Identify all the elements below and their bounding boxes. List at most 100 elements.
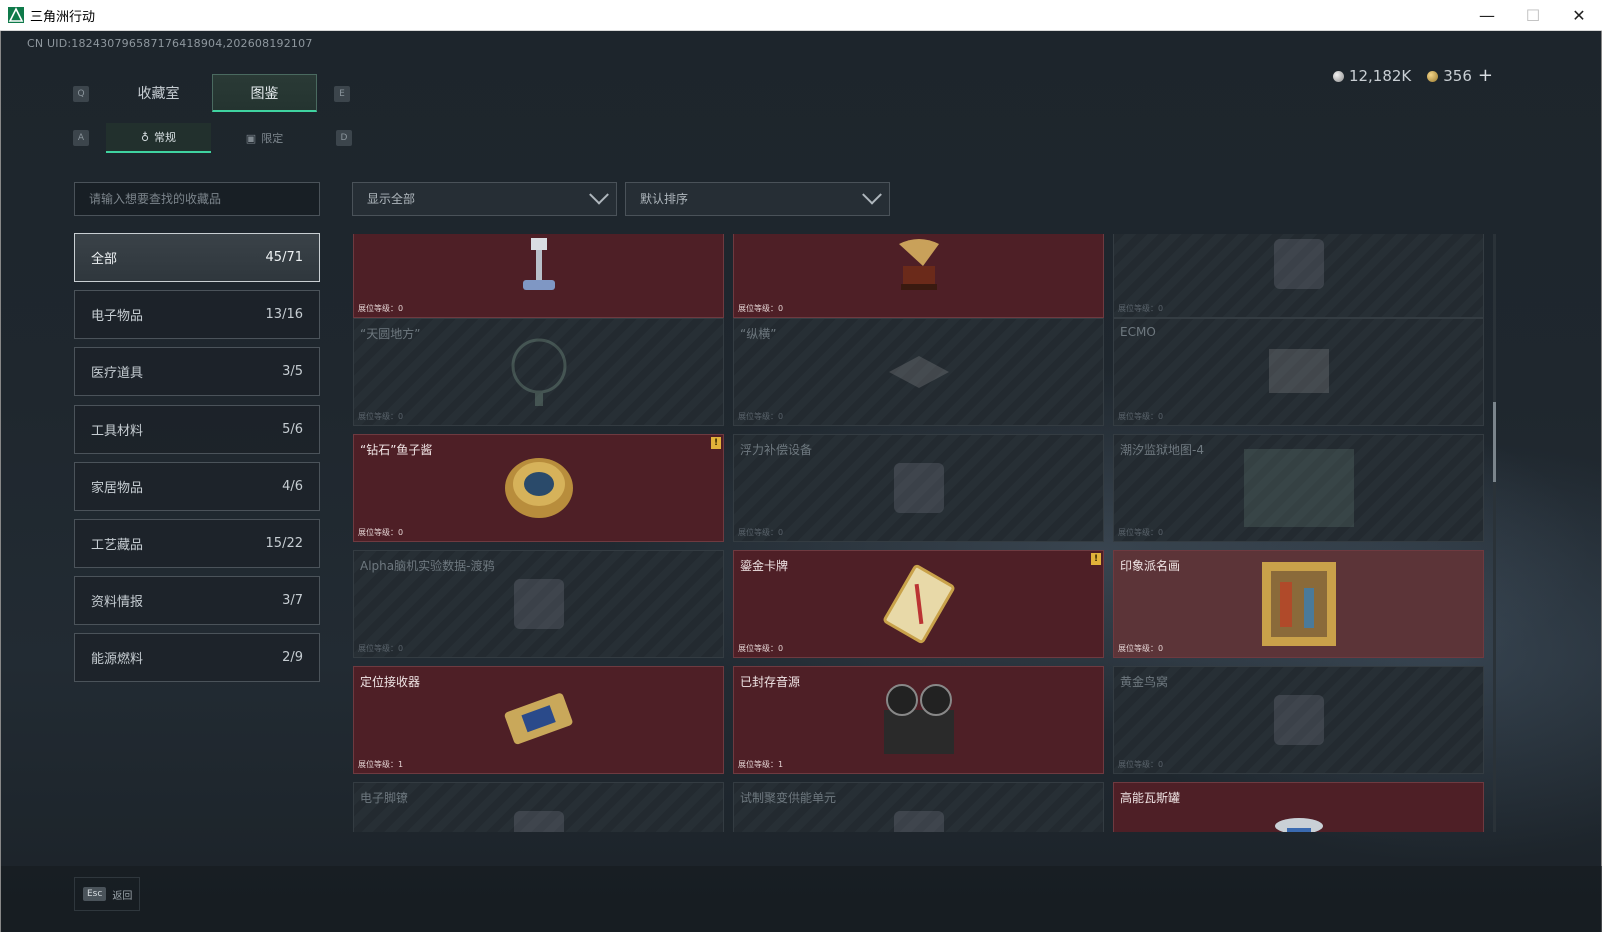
uid-label: CN UID:182430796587176418904,20260819210… (27, 37, 313, 50)
new-badge: ! (1091, 553, 1101, 565)
collection-card[interactable]: 电子脚镣 (353, 782, 724, 832)
collection-card[interactable]: Alpha脑机实验数据-渡鸦 展位等级：0 (353, 550, 724, 658)
collection-card[interactable]: 已封存音源展位等级：1 (733, 666, 1104, 774)
delta-logo-icon (8, 7, 24, 23)
gold-amount: 356 (1443, 67, 1472, 85)
display-level: 展位等级：0 (358, 528, 404, 537)
category-item[interactable]: 电子物品 13/16 (74, 290, 320, 340)
grid-scrollbar[interactable] (1493, 234, 1496, 832)
window-titlebar: 三角洲行动 — ☐ ✕ (0, 0, 1602, 31)
item-name: 已封存音源 (740, 675, 801, 689)
key-d-hint: D (336, 130, 352, 146)
currency-bar: 12,182K 356 + (1332, 65, 1493, 86)
category-item[interactable]: 家居物品 4/6 (74, 461, 320, 511)
display-level: 展位等级：0 (738, 644, 784, 653)
subtab-regular[interactable]: ♁ 常规 (106, 123, 211, 153)
collection-card[interactable]: 高能瓦斯罐 (1113, 782, 1484, 832)
category-item[interactable]: 能源燃料 2/9 (74, 633, 320, 683)
close-button[interactable]: ✕ (1556, 0, 1602, 30)
collection-card[interactable]: “天圆地方” 展位等级：0 (353, 318, 724, 426)
search-input[interactable]: 请输入想要查找的收藏品 (74, 182, 320, 216)
category-count: 45/71 (265, 250, 303, 265)
collection-card[interactable]: 潮汐监狱地图-4 展位等级：0 (1113, 434, 1484, 542)
display-level: 展位等级：0 (1118, 528, 1164, 537)
silver-coin-icon (1332, 70, 1344, 82)
key-q-hint: Q (73, 86, 89, 102)
game-viewport: CN UID:182430796587176418904,20260819210… (0, 31, 1602, 932)
category-label: 家居物品 (91, 480, 144, 496)
picture-icon: ▣ (245, 131, 257, 145)
chevron-down-icon (589, 184, 609, 205)
silver-balance: 12,182K (1332, 66, 1412, 85)
collection-card[interactable]: 印象派名画 展位等级：0 (1113, 550, 1484, 658)
minimize-button[interactable]: — (1464, 0, 1510, 30)
item-name: 电子脚镣 (360, 791, 409, 805)
category-label: 能源燃料 (91, 652, 144, 668)
sort-dropdown-value: 默认排序 (640, 192, 689, 206)
display-level: 展位等级：0 (1118, 412, 1164, 421)
category-item[interactable]: 全部 45/71 (74, 233, 320, 282)
category-item[interactable]: 工具材料 5/6 (74, 404, 320, 454)
collection-card[interactable]: 鎏金卡牌展位等级：0! (733, 550, 1104, 658)
silver-amount: 12,182K (1348, 66, 1412, 85)
collection-card[interactable]: 浮力补偿设备 展位等级：0 (733, 434, 1104, 542)
item-name: Alpha脑机实验数据-渡鸦 (360, 559, 495, 573)
collection-card[interactable]: 展位等级：0 (733, 234, 1104, 318)
category-label: 全部 (91, 252, 118, 267)
category-label: 工具材料 (91, 423, 144, 439)
filter-dropdown[interactable]: 显示全部 (352, 182, 617, 216)
back-button[interactable]: Esc 返回 (74, 877, 140, 911)
collection-card[interactable]: 定位接收器 展位等级：1 (353, 666, 724, 774)
flame-icon: ♁ (140, 130, 150, 144)
key-a-hint: A (73, 130, 89, 146)
collection-card[interactable]: ECMO 展位等级：0 (1113, 318, 1484, 426)
category-label: 医疗道具 (91, 366, 144, 382)
category-item[interactable]: 资料情报 3/7 (74, 576, 320, 626)
collection-card[interactable]: 试制聚变供能单元 (733, 782, 1104, 832)
esc-key-icon: Esc (83, 887, 107, 901)
display-level: 展位等级：0 (738, 412, 784, 421)
collection-card[interactable]: 展位等级：0 (353, 234, 724, 318)
collection-card[interactable]: “钻石”鱼子酱展位等级：0! (353, 434, 724, 542)
maximize-button[interactable]: ☐ (1510, 0, 1556, 30)
category-item[interactable]: 工艺藏品 15/22 (74, 519, 320, 568)
category-count: 13/16 (265, 307, 303, 323)
collection-grid: 展位等级：0 展位等级：0 展位等级：0 “天圆地方” 展位等级：0 “纵横” 展位等级：0… (353, 234, 1495, 832)
tab-catalog[interactable]: 图鉴 (212, 74, 317, 112)
display-level: 展位等级：0 (738, 528, 784, 537)
new-badge: ! (711, 437, 721, 449)
subtab-limited[interactable]: ▣ 限定 (212, 123, 317, 153)
scrollbar-thumb[interactable] (1493, 402, 1496, 482)
display-level: 展位等级：0 (358, 304, 404, 313)
back-label: 返回 (112, 890, 133, 902)
subtab-limited-label: 限定 (261, 132, 284, 145)
key-e-hint: E (334, 86, 350, 102)
display-level: 展位等级：0 (738, 304, 784, 313)
item-name: 印象派名画 (1120, 559, 1181, 573)
gold-balance: 356 + (1427, 65, 1493, 86)
display-level: 展位等级：1 (738, 760, 784, 769)
item-name: “天圆地方” (360, 327, 421, 341)
category-count: 3/5 (282, 364, 303, 380)
category-count: 3/7 (282, 593, 303, 609)
collection-card[interactable]: 展位等级：0 (1113, 234, 1484, 318)
collection-card[interactable]: “纵横” 展位等级：0 (733, 318, 1104, 426)
display-level: 展位等级：1 (358, 760, 404, 769)
category-label: 电子物品 (91, 309, 144, 325)
item-name: “纵横” (740, 327, 777, 341)
display-level: 展位等级：0 (1118, 304, 1164, 313)
category-count: 5/6 (282, 421, 303, 437)
category-label: 资料情报 (91, 595, 144, 611)
add-currency-button[interactable]: + (1478, 65, 1493, 86)
tab-collection-room[interactable]: 收藏室 (106, 74, 211, 112)
item-name: “钻石”鱼子酱 (360, 443, 433, 457)
collection-card[interactable]: 黄金鸟窝 展位等级：0 (1113, 666, 1484, 774)
item-name: ECMO (1120, 325, 1156, 339)
item-name: 试制聚变供能单元 (740, 791, 837, 805)
display-level: 展位等级：0 (358, 412, 404, 421)
item-name: 鎏金卡牌 (740, 559, 789, 573)
category-item[interactable]: 医疗道具 3/5 (74, 347, 320, 397)
sort-dropdown[interactable]: 默认排序 (625, 182, 890, 216)
item-name: 潮汐监狱地图-4 (1120, 443, 1204, 457)
footer-bar: Esc 返回 (1, 866, 1602, 932)
